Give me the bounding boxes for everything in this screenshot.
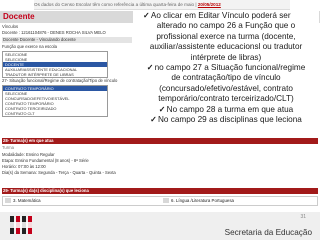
docente-line: Docente : 12161104876 - DENES ROCHA SILV… <box>2 30 106 35</box>
turma-section: 28- Turma(s) em que atua <box>2 138 318 144</box>
check-icon: ✓ <box>158 104 166 114</box>
callout-line: ✓No campo 29 as disciplinas que leciona <box>150 115 302 125</box>
state-logo-icon <box>8 214 34 236</box>
callout-line: auxiliar/assistente educacionsl ou tradu… <box>149 42 303 52</box>
callout-line: temporário/contrato terceirizado/CLT) <box>158 94 294 104</box>
check-icon: ✓ <box>146 63 154 73</box>
page-number: 31 <box>300 214 306 220</box>
callout-line: intérprete de libras) <box>190 52 262 62</box>
callout-line: ✓No campo 28 a turma em que atua <box>158 104 294 114</box>
page-title: Docente <box>3 12 35 21</box>
callout-line: de contratação/tipo de vínculo <box>171 73 281 83</box>
disciplina-checkbox[interactable] <box>163 198 169 204</box>
disciplina-number: 3 <box>13 198 16 203</box>
check-icon: ✓ <box>143 11 150 20</box>
funcao-label: Função que exerce na escola <box>2 44 57 49</box>
funcao-option[interactable]: TRADUTOR INTÉRPRETE DE LIBRAS <box>3 72 107 77</box>
disciplina-name: Língua /Literatura Portuguesa <box>175 198 235 203</box>
footer-text: Secretaria da Educação <box>224 228 312 237</box>
disciplina-item[interactable]: 3. Matemática <box>5 197 41 205</box>
census-date: 20/05/2012 <box>197 2 221 7</box>
situacao-listbox[interactable]: CONTRATO TEMPORÁRIO SELECIONE CONCURSADO… <box>2 85 108 117</box>
census-reference-note: Os dados do Censo Escolar têm como refer… <box>34 0 290 10</box>
disciplina-item[interactable]: 6. Língua /Literatura Portuguesa <box>163 197 234 205</box>
callout-line: ✓Ao clicar em Editar Vínculo poderá ser <box>143 11 291 20</box>
situacao-option[interactable]: CONTRATO CLT <box>3 111 107 116</box>
disciplina-number: 6 <box>171 198 174 203</box>
section-docente: Docente Docente - Vinculando docente <box>2 37 132 43</box>
callout-line: ✓no campo 27 a Situação funcional/regime <box>146 63 306 73</box>
turma-field[interactable]: Turma <box>2 145 318 151</box>
disciplina-checkbox[interactable] <box>5 198 11 204</box>
funcao-listbox[interactable]: SELECIONE SELECIONE DOCENTE AUXILIAR/ASS… <box>2 51 108 78</box>
disciplinas-section: 29- Turma(s) da(s) disciplina(s) que lec… <box>2 188 318 194</box>
callout-line: profissional exerce na turma (docente, <box>156 31 296 41</box>
disciplina-name: Matemática <box>17 198 41 203</box>
census-note-text: Os dados do Censo Escolar têm como refer… <box>34 2 197 7</box>
disciplinas-grid: 3. Matemática 6. Língua /Literatura Port… <box>2 196 318 206</box>
check-icon: ✓ <box>150 115 158 125</box>
situacao-label: 27- Situação funcional/Regime de contrat… <box>2 78 118 83</box>
dias-text: Dia(s) da Semana: Segunda - Terça - Quar… <box>2 170 116 175</box>
callout-line: (concursado/efetivo/estável, contrato <box>159 83 293 93</box>
callout-line: alterado no campo 26 a Função que o <box>156 21 296 31</box>
instruction-callout: ✓Ao clicar em Editar Vínculo poderá ser … <box>133 11 319 137</box>
